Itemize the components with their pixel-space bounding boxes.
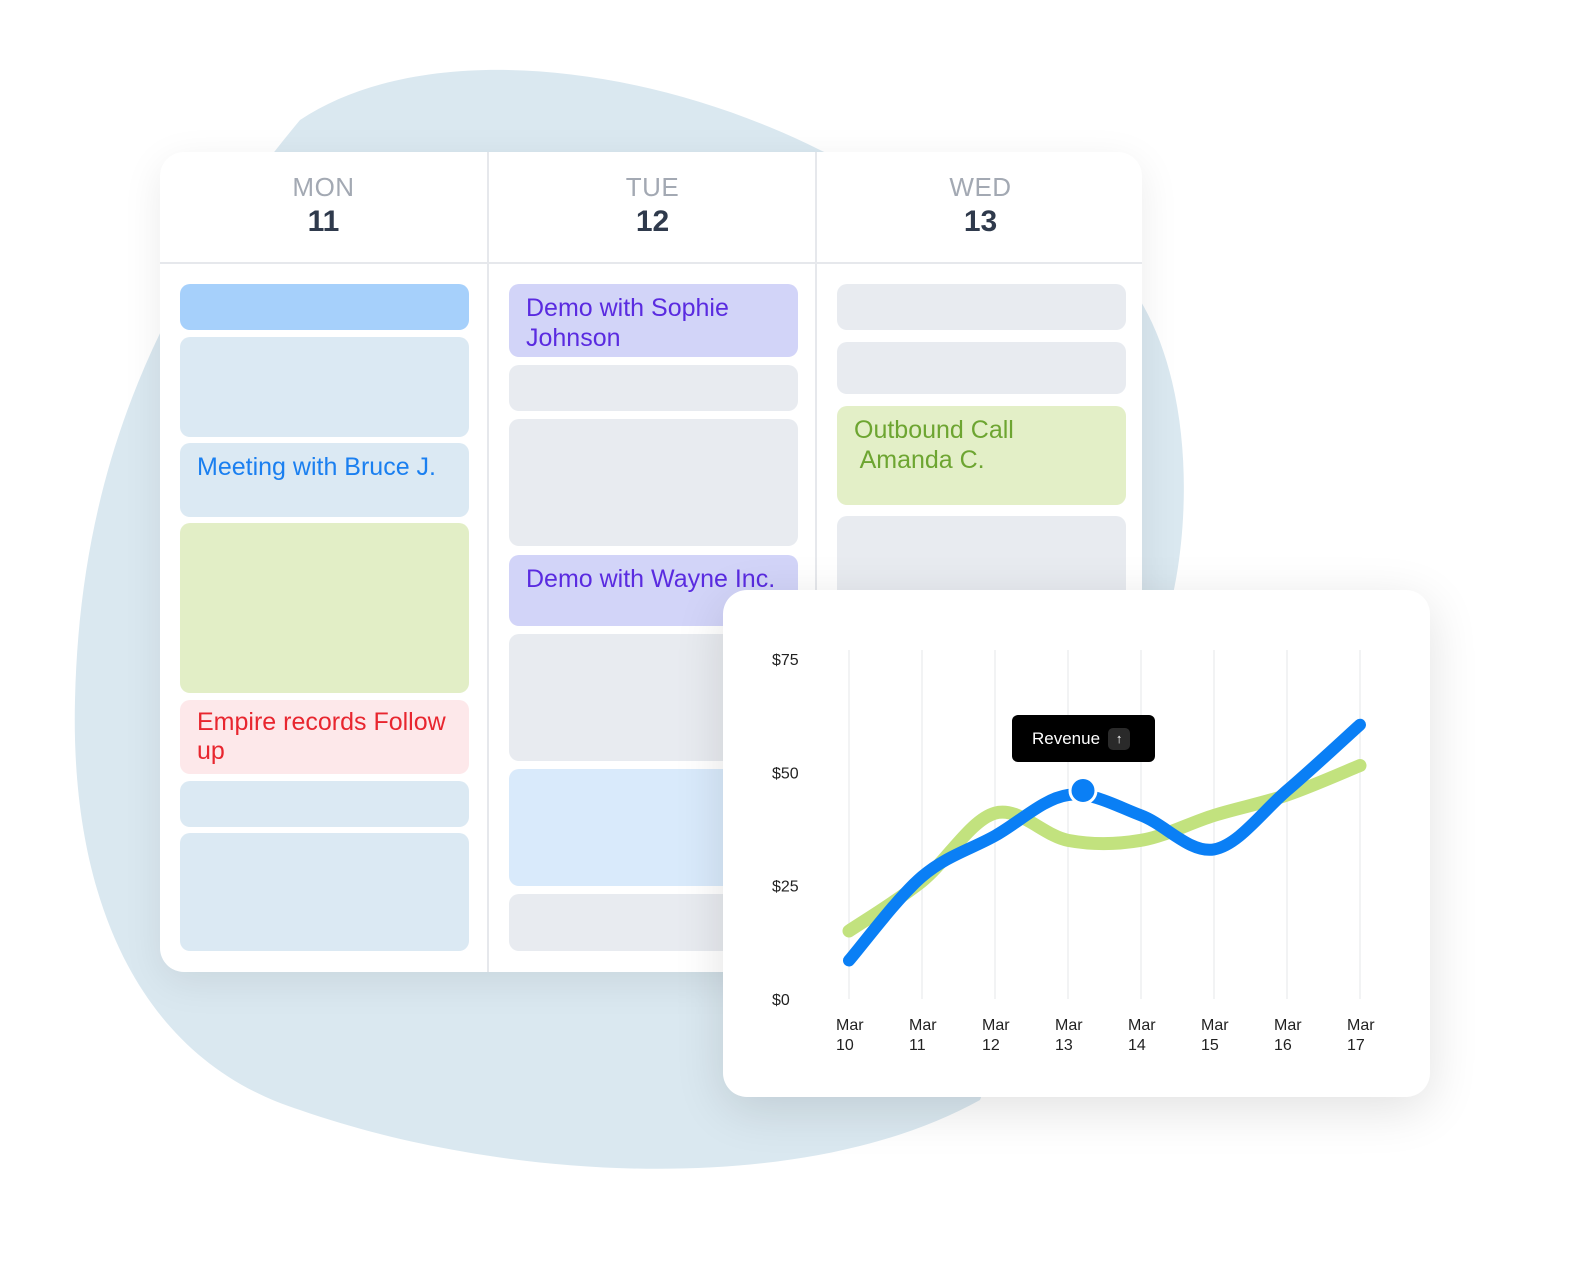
event-title: Meeting with Bruce J. [197,453,436,481]
revenue-chart: $0 $25 $50 $75 Mar 10 Mar 11 Mar 12 Mar 13 Mar 14 Mar 1… [772,650,1375,1054]
event-demo-sophie[interactable]: Demo with Sophie Johnson [509,284,798,357]
revenue-chart-card: $0 $25 $50 $75 Mar 10 Mar 11 Mar 12 Mar 13 Mar 14 Mar 1… [723,590,1430,1097]
x-tick-label: Mar 10 [836,1017,864,1054]
event-title: Empire records Follow up [197,708,446,765]
x-tick-label: Mar 17 [1347,1017,1375,1054]
y-tick-label: $50 [772,765,799,782]
day-header-tue[interactable]: TUE 12 [489,152,816,264]
event-block[interactable] [180,337,469,437]
day-of-week: MON [292,172,355,202]
event-block[interactable] [180,284,469,330]
arrow-up-icon: ↑ [1108,727,1131,750]
day-number: 12 [635,205,670,238]
day-header-wed[interactable]: WED 13 [817,152,1142,264]
event-block[interactable] [509,365,798,411]
x-tick-label: Mar 14 [1128,1017,1156,1054]
event-block[interactable] [509,419,798,546]
event-block[interactable] [180,523,469,693]
event-empire-records[interactable]: Empire records Follow up [180,700,469,774]
day-of-week: TUE [625,172,680,202]
day-number: 13 [963,205,998,238]
y-tick-label: $0 [772,992,790,1009]
day-header-mon[interactable]: MON 11 [160,152,487,264]
event-block[interactable] [180,781,469,827]
x-tick-label: Mar 16 [1274,1017,1302,1054]
x-tick-label: Mar 13 [1055,1017,1083,1054]
x-tick-label: Mar 12 [982,1017,1010,1054]
event-title: Demo with Sophie Johnson [526,294,729,352]
event-outbound-call[interactable]: Outbound Call Amanda C. [837,406,1126,505]
revenue-tooltip: Revenue ↑ [1012,715,1155,762]
day-of-week: WED [949,172,1012,202]
column-mon: MON 11 Meeting with Bruce J. Empire reco… [160,152,487,972]
event-title: Outbound Call Amanda C. [854,416,1014,474]
event-title: Demo with Wayne Inc. [526,565,776,593]
event-block[interactable] [837,342,1126,394]
x-tick-label: Mar 11 [909,1017,937,1054]
x-tick-label: Mar 15 [1201,1017,1229,1054]
y-tick-label: $25 [772,879,799,896]
event-block[interactable] [180,833,469,951]
highlight-point [1068,775,1098,805]
tooltip-label: Revenue [1032,728,1101,748]
event-block[interactable] [837,284,1126,330]
y-tick-label: $75 [772,652,799,669]
day-number: 11 [307,205,340,238]
event-meeting-bruce[interactable]: Meeting with Bruce J. [180,443,469,517]
